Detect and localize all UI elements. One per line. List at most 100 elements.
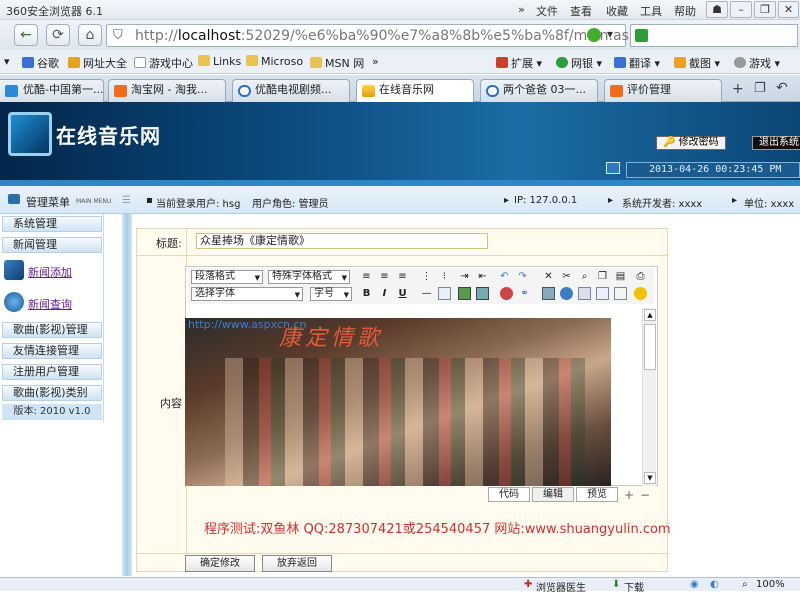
copy-icon[interactable]: ❐ [596,270,609,283]
menu-tools[interactable]: 工具 [640,3,662,19]
scroll-up-icon[interactable]: ▲ [644,309,656,321]
menu-more[interactable]: » [518,3,525,16]
tab-list-icon[interactable]: ❐ [754,81,766,96]
skin-icon[interactable]: ☗ [706,1,728,18]
edit-mode-button[interactable]: 编辑 [532,487,574,502]
textbox-icon[interactable] [578,287,591,300]
title-input[interactable]: 众星捧场《康定情歌》 [196,233,488,249]
back-icon[interactable]: ← [14,24,38,46]
underline-icon[interactable]: U [396,287,409,300]
sidebar-item-users[interactable]: 注册用户管理 [2,364,102,380]
download-button[interactable]: 下载 [624,579,644,594]
browser-doctor[interactable]: 浏览器医生 [536,579,586,594]
editor-scrollbar[interactable]: ▲ ▼ [642,308,656,486]
tab-two-dads[interactable]: 两个爸爸 03一... [480,79,598,102]
undo-tab-icon[interactable]: ↶ [776,80,788,96]
sidebar-link-news-query[interactable]: 新闻查询 [28,296,72,312]
print-icon[interactable]: ⎙ [634,270,647,283]
translate-button[interactable]: 翻译 ▾ [614,55,660,71]
logout-button[interactable]: 退出系统 [752,136,800,150]
speaker-icon[interactable]: ◐ [710,579,719,590]
menu-favorites[interactable]: 收藏 [606,3,628,19]
undo-icon[interactable]: ↶ [498,270,511,283]
table-icon[interactable] [438,287,451,300]
confirm-button[interactable]: 确定修改 [185,555,255,572]
flash-icon[interactable] [500,287,513,300]
sidebar-item-categories[interactable]: 歌曲(影视)类别 [2,385,102,401]
menu-help[interactable]: 帮助 [674,3,696,19]
dropdown-icon[interactable]: ▾ [607,27,613,41]
sidebar-item-news[interactable]: 新闻管理 [2,237,102,253]
bookmark-links[interactable]: Links [198,55,241,68]
cut-icon[interactable]: ✂ [560,270,573,283]
menu-view[interactable]: 查看 [570,3,592,19]
extensions-button[interactable]: 扩展 ▾ [496,55,542,71]
game-button[interactable]: 游戏 ▾ [734,55,780,71]
special-format-select[interactable]: 特殊字体格式 [268,270,350,284]
code-mode-button[interactable]: 代码 [488,487,530,502]
form-icon[interactable] [542,287,555,300]
tab-youku-tv[interactable]: 优酷电视剧频... [232,79,350,102]
redo-icon[interactable]: ↷ [516,270,529,283]
emoticon-icon[interactable] [634,287,647,300]
sidebar-item-links[interactable]: 友情连接管理 [2,343,102,359]
url-text[interactable]: http://localhost:52029/%e6%ba%90%e7%a8%8… [135,28,646,44]
zoom-level[interactable]: 100% [756,579,785,590]
bookmark-menu-icon[interactable]: ▾ [4,55,10,68]
expand-icon[interactable]: + [624,488,634,502]
tab-taobao[interactable]: 淘宝网 - 淘我... [108,79,226,102]
italic-icon[interactable]: I [378,287,391,300]
bank-button[interactable]: 网银 ▾ [556,55,602,71]
bookmark-more[interactable]: » [372,55,379,68]
sidebar-item-system[interactable]: 系统管理 [2,216,102,232]
tab-review[interactable]: 评价管理 [604,79,722,102]
sidebar-link-news-add[interactable]: 新闻添加 [28,264,72,280]
align-center-icon[interactable]: ≡ [378,270,391,283]
search-engine-icon[interactable] [635,29,648,42]
font-select[interactable]: 选择字体 [191,287,303,301]
bold-icon[interactable]: B [360,287,373,300]
web-icon[interactable] [560,287,573,300]
paragraph-format-select[interactable]: 段落格式 [191,270,263,284]
special-char-icon[interactable] [614,287,627,300]
font-size-select[interactable]: 字号 [310,287,352,301]
frame-icon[interactable] [596,287,609,300]
minimize-button[interactable]: – [730,1,752,18]
change-password-button[interactable]: 🔑 修改密码 [656,136,726,150]
paste-icon[interactable]: ▤ [614,270,627,283]
scroll-down-icon[interactable]: ▼ [644,472,656,484]
find-icon[interactable]: ⌕ [578,270,591,283]
shrink-icon[interactable]: − [640,488,650,502]
indent-icon[interactable]: ⇥ [458,270,471,283]
bookmark-microsoft[interactable]: Microso [246,55,303,68]
preview-mode-button[interactable]: 预览 [576,487,618,502]
image-icon[interactable] [458,287,471,300]
delete-icon[interactable]: ✕ [542,270,555,283]
ordered-list-icon[interactable]: ⋮ [420,270,433,283]
address-bar[interactable]: ⛉ http://localhost:52029/%e6%ba%90%e7%a8… [106,24,646,47]
bookmark-google[interactable]: 谷歌 [22,55,59,71]
align-left-icon[interactable]: ≡ [360,270,373,283]
bookmark-hao[interactable]: 网址大全 [68,55,127,71]
sidebar-splitter[interactable] [122,214,132,576]
tab-youku[interactable]: 优酷-中国第一... [0,79,104,102]
compat-icon[interactable] [587,28,601,42]
home-icon[interactable]: ⌂ [78,24,102,46]
maximize-button[interactable]: ❐ [754,1,776,18]
outdent-icon[interactable]: ⇤ [476,270,489,283]
web-icon[interactable]: ◉ [690,579,699,590]
unordered-list-icon[interactable]: ⁝ [438,270,451,283]
refresh-icon[interactable]: ⟳ [46,24,70,46]
close-button[interactable]: ✕ [778,1,799,18]
sidebar-item-songs[interactable]: 歌曲(影视)管理 [2,322,102,338]
link-icon[interactable]: ⚭ [518,287,531,300]
align-right-icon[interactable]: ≡ [396,270,409,283]
bookmark-games[interactable]: 游戏中心 [134,55,193,71]
tab-music[interactable]: 在线音乐网 [356,79,474,103]
horizontal-rule-icon[interactable]: — [420,287,433,300]
collapse-icon[interactable]: ☰ [122,195,131,206]
media-icon[interactable] [476,287,489,300]
search-input[interactable] [630,24,798,47]
screenshot-button[interactable]: 截图 ▾ [674,55,720,71]
cancel-button[interactable]: 放弃返回 [262,555,332,572]
